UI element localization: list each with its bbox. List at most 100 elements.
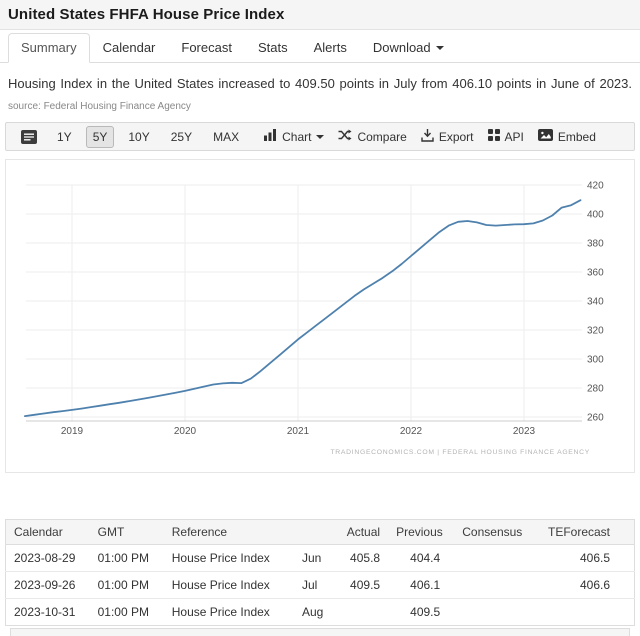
x-tick-label: 2020	[174, 426, 197, 437]
cell: 01:00 PM	[90, 572, 164, 599]
cell: 406.1	[388, 572, 448, 599]
col-header-consensus[interactable]: Consensus	[448, 520, 530, 545]
y-tick-label: 280	[587, 384, 604, 395]
table-row[interactable]: 2023-08-2901:00 PMHouse Price IndexJun40…	[6, 545, 635, 572]
cell: Jul	[294, 572, 336, 599]
tab-calendar[interactable]: Calendar	[90, 33, 169, 63]
image-icon	[538, 129, 553, 144]
page-title: United States FHFA House Price Index	[8, 6, 632, 23]
cell: House Price Index	[164, 545, 294, 572]
y-tick-label: 260	[587, 413, 604, 424]
source-note: source: Federal Housing Finance Agency	[8, 101, 191, 112]
grid-icon	[488, 129, 500, 144]
download-icon	[421, 129, 434, 145]
tab-label: Calendar	[103, 40, 156, 55]
col-header-reference[interactable]: Reference	[164, 520, 294, 545]
chart-type-button[interactable]: Chart	[257, 125, 331, 148]
news-button[interactable]	[14, 126, 44, 148]
cell	[448, 599, 530, 626]
y-tick-label: 340	[587, 297, 604, 308]
chart-toolbar: 1Y 5Y 10Y 25Y MAX Chart Compare Export API E…	[5, 122, 635, 151]
range-max-button[interactable]: MAX	[206, 126, 246, 148]
api-label: API	[505, 130, 524, 144]
col-header-calendar[interactable]: Calendar	[6, 520, 90, 545]
tab-bar: Summary Calendar Forecast Stats Alerts Downlo…	[0, 30, 640, 63]
cell: 2023-10-31	[6, 599, 90, 626]
tab-alerts[interactable]: Alerts	[301, 33, 360, 63]
cell: 01:00 PM	[90, 599, 164, 626]
table-row[interactable]: 2023-09-2601:00 PMHouse Price IndexJul40…	[6, 572, 635, 599]
tab-label: Download	[373, 40, 431, 55]
x-tick-label: 2019	[61, 426, 84, 437]
y-tick-label: 420	[587, 181, 604, 192]
y-tick-label: 380	[587, 239, 604, 250]
tab-label: Summary	[21, 40, 77, 55]
embed-button[interactable]: Embed	[531, 125, 603, 148]
col-header-actual[interactable]: Actual	[336, 520, 388, 545]
cell: Jun	[294, 545, 336, 572]
shuffle-icon	[338, 129, 352, 144]
export-button[interactable]: Export	[414, 125, 481, 149]
next-row-partial	[10, 628, 630, 636]
tab-label: Stats	[258, 40, 288, 55]
cell: House Price Index	[164, 599, 294, 626]
range-5y-button[interactable]: 5Y	[86, 126, 115, 148]
watermark: TRADINGECONOMICS.COM | FEDERAL HOUSING F…	[330, 449, 590, 456]
price-chart[interactable]: 260 280 300 320 340 360 380 400 420 2019 2020 2021 2…	[5, 159, 635, 473]
col-header-teforecast[interactable]: TEForecast	[530, 520, 634, 545]
api-button[interactable]: API	[481, 125, 531, 148]
summary-text: Housing Index in the United States incre…	[8, 76, 632, 91]
cell: 409.5	[336, 572, 388, 599]
calendar-header-row: CalendarGMTReference ActualPreviousConsen…	[6, 520, 635, 545]
cell	[448, 545, 530, 572]
range-25y-button[interactable]: 25Y	[164, 126, 199, 148]
col-header-gmt[interactable]: GMT	[90, 520, 164, 545]
cell: 406.6	[530, 572, 634, 599]
calendar-section: CalendarGMTReference ActualPreviousConsen…	[5, 519, 635, 636]
cell: 01:00 PM	[90, 545, 164, 572]
col-header-month	[294, 520, 336, 545]
cell: 404.4	[388, 545, 448, 572]
range-10y-button[interactable]: 10Y	[121, 126, 156, 148]
cell: 2023-09-26	[6, 572, 90, 599]
export-label: Export	[439, 130, 474, 144]
y-tick-label: 320	[587, 326, 604, 337]
caret-down-icon	[316, 135, 324, 139]
x-tick-label: 2021	[287, 426, 310, 437]
cell: Aug	[294, 599, 336, 626]
embed-label: Embed	[558, 130, 596, 144]
cell	[448, 572, 530, 599]
cell: 409.5	[388, 599, 448, 626]
cell: 406.5	[530, 545, 634, 572]
tab-stats[interactable]: Stats	[245, 33, 301, 63]
cell: House Price Index	[164, 572, 294, 599]
cell	[336, 599, 388, 626]
tab-summary[interactable]: Summary	[8, 33, 90, 63]
y-tick-label: 300	[587, 355, 604, 366]
news-icon	[21, 130, 37, 144]
cell: 405.8	[336, 545, 388, 572]
bar-chart-icon	[264, 129, 277, 144]
title-bar: United States FHFA House Price Index	[0, 0, 640, 30]
compare-label: Compare	[357, 130, 406, 144]
compare-button[interactable]: Compare	[331, 125, 413, 148]
y-tick-label: 400	[587, 210, 604, 221]
tab-forecast[interactable]: Forecast	[168, 33, 245, 63]
calendar-table: CalendarGMTReference ActualPreviousConsen…	[5, 519, 635, 626]
tab-download[interactable]: Download	[360, 33, 457, 63]
range-1y-button[interactable]: 1Y	[50, 126, 79, 148]
y-tick-label: 360	[587, 268, 604, 279]
chart-canvas: 260 280 300 320 340 360 380 400 420 2019 2020 2021 2…	[6, 160, 634, 472]
range-selector: 1Y 5Y 10Y 25Y MAX	[50, 126, 253, 148]
price-line	[25, 200, 581, 416]
col-header-previous[interactable]: Previous	[388, 520, 448, 545]
cell	[530, 599, 634, 626]
x-tick-label: 2022	[400, 426, 423, 437]
tab-label: Alerts	[314, 40, 347, 55]
caret-down-icon	[436, 46, 444, 50]
summary-paragraph: Housing Index in the United States incre…	[8, 73, 632, 115]
chart-type-label: Chart	[282, 130, 311, 144]
cell: 2023-08-29	[6, 545, 90, 572]
table-row[interactable]: 2023-10-3101:00 PMHouse Price IndexAug 40…	[6, 599, 635, 626]
x-tick-label: 2023	[513, 426, 536, 437]
